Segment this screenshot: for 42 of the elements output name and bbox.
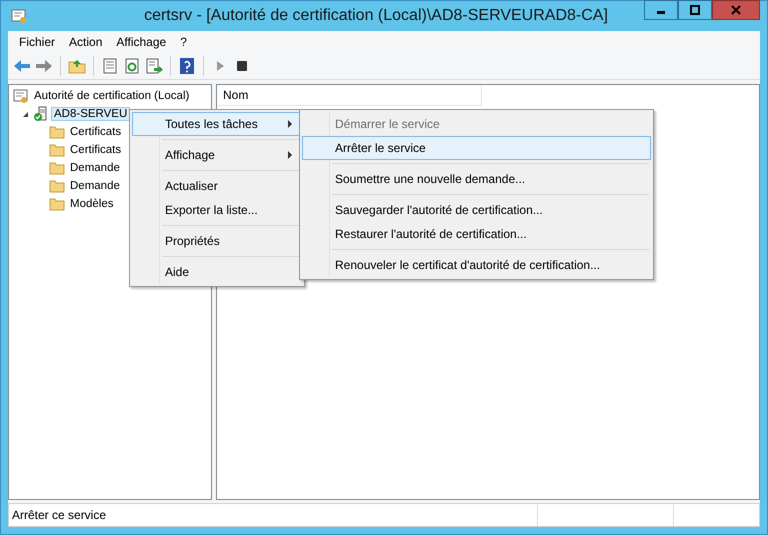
app-icon (10, 7, 28, 25)
close-icon (731, 5, 741, 15)
column-header[interactable]: Nom (217, 85, 482, 106)
status-text: Arrêter ce service (11, 508, 108, 522)
menu-item[interactable]: Toutes les tâches (132, 112, 302, 136)
menu-bar-item[interactable]: Affichage (109, 33, 174, 51)
tree-item[interactable]: AD8-SERVEU (51, 107, 130, 121)
help-icon[interactable] (177, 56, 197, 76)
menu-item[interactable]: Aide (132, 260, 302, 284)
menu-bar-item[interactable]: Action (62, 33, 110, 51)
menu-item[interactable]: Exporter la liste... (132, 198, 302, 222)
menu-item[interactable]: Soumettre une nouvelle demande... (302, 167, 651, 191)
folder-icon (49, 178, 65, 194)
menu-item[interactable]: Actualiser (132, 174, 302, 198)
minimize-button[interactable] (644, 0, 678, 20)
tree-item[interactable]: Demande (67, 179, 123, 193)
tree-item[interactable]: Demande (67, 161, 123, 175)
submenu-arrow-icon (287, 120, 293, 128)
menu-bar-item[interactable]: Fichier (12, 33, 62, 51)
tree-item[interactable]: Autorité de certification (Local) (31, 89, 192, 103)
menu-item[interactable]: Restaurer l'autorité de certification... (302, 222, 651, 246)
submenu-arrow-icon (287, 151, 293, 159)
close-button[interactable] (712, 0, 760, 20)
folder-icon (49, 196, 65, 212)
menu-item[interactable]: Arrêter le service (302, 136, 651, 160)
maximize-icon (690, 5, 700, 15)
menu-item[interactable]: Affichage (132, 143, 302, 167)
window-title: certsrv - [Autorité de certification (Local)\AD8-SERVEURAD8-CA] (143, 7, 609, 25)
menu-item[interactable]: Sauvegarder l'autorité de certification... (302, 198, 651, 222)
menu-item[interactable]: Renouveler le certificat d'autorité de certification... (302, 253, 651, 277)
folder-icon (49, 160, 65, 176)
tree-item[interactable]: Certificats (67, 125, 124, 139)
folder-icon (49, 124, 65, 140)
export-list-icon[interactable] (144, 56, 164, 76)
server-ok-icon (33, 106, 49, 122)
menu-bar-item[interactable]: ? (173, 33, 194, 51)
folder-icon (49, 142, 65, 158)
tree-item[interactable]: Modèles (67, 197, 116, 211)
tree-item[interactable]: Certificats (67, 143, 124, 157)
menu-item[interactable]: Propriétés (132, 229, 302, 253)
certificate-icon (13, 88, 29, 104)
maximize-button[interactable] (678, 0, 712, 20)
